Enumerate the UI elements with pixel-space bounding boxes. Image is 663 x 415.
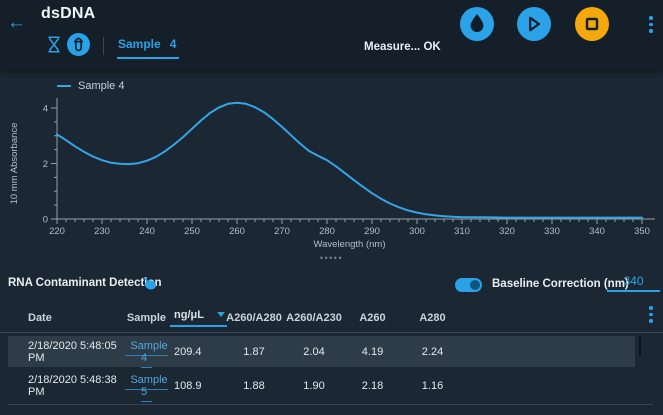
- svg-text:0: 0: [43, 215, 48, 226]
- unit-dropdown[interactable]: ng/μL: [170, 309, 227, 327]
- back-arrow-icon[interactable]: ←: [7, 13, 26, 32]
- chevron-down-icon: [217, 312, 225, 317]
- svg-text:250: 250: [184, 226, 200, 237]
- cell-concentration: 209.4: [170, 346, 202, 358]
- svg-text:350: 350: [634, 226, 650, 237]
- chart-scroll-indicator: •••••: [0, 253, 663, 263]
- blank-button[interactable]: [460, 7, 494, 41]
- cell-a280: 1.16: [422, 380, 443, 392]
- cell-a260-a280: 1.87: [243, 346, 264, 358]
- sample-link[interactable]: Sample 5: [125, 374, 167, 402]
- svg-text:240: 240: [139, 226, 155, 237]
- toggle-knob: [470, 280, 480, 290]
- baseline-wavelength-input[interactable]: 340: [607, 274, 660, 292]
- col-header-a260-a230: A260/A230: [286, 312, 342, 324]
- cell-a260-a230: 2.04: [303, 346, 324, 358]
- table-bottom-divider: [8, 404, 653, 405]
- tab-number: 4: [170, 37, 177, 51]
- measure-status-text: Measure... OK: [364, 41, 441, 53]
- svg-text:330: 330: [544, 226, 560, 237]
- svg-text:320: 320: [499, 226, 515, 237]
- absorbance-chart: 2202302402502602702802903003103203303403…: [0, 70, 663, 255]
- svg-text:300: 300: [409, 226, 425, 237]
- col-header-a280: A280: [419, 312, 445, 324]
- overflow-menu-icon[interactable]: [649, 16, 653, 33]
- svg-text:290: 290: [364, 226, 380, 237]
- results-table-header: Date Sample ng/μL A260/A280 A260/A230 A2…: [0, 303, 663, 333]
- cell-a260-a280: 1.88: [243, 380, 264, 392]
- col-header-a260-a280: A260/A280: [226, 312, 282, 324]
- svg-text:340: 340: [589, 226, 605, 237]
- stop-button[interactable]: [575, 7, 609, 41]
- top-app-bar: ← dsDNA Sample 4 Measure... OK: [0, 0, 663, 70]
- cell-date: 2/18/2020 5:48:38 PM: [28, 374, 123, 398]
- svg-text:260: 260: [229, 226, 245, 237]
- svg-text:Wavelength (nm): Wavelength (nm): [314, 239, 386, 250]
- table-row[interactable]: 2/18/2020 5:48:38 PM Sample 5 108.9 1.88…: [0, 369, 663, 402]
- baseline-correction-toggle[interactable]: [455, 278, 482, 292]
- col-header-date: Date: [28, 312, 52, 324]
- cell-a260-a230: 1.90: [303, 380, 324, 392]
- col-header-sample: Sample: [127, 312, 166, 324]
- droplet-icon: [460, 7, 494, 41]
- cell-date: 2/18/2020 5:48:05 PM: [28, 340, 123, 364]
- svg-text:230: 230: [94, 226, 110, 237]
- cell-a260: 4.19: [362, 346, 383, 358]
- tab-sample-4[interactable]: Sample 4: [117, 37, 179, 59]
- cell-a280: 2.24: [422, 346, 443, 358]
- rna-droplet-icon: [141, 277, 158, 296]
- sample-link[interactable]: Sample 4: [125, 340, 167, 368]
- table-overflow-menu-icon[interactable]: [649, 306, 653, 323]
- svg-text:10 mm Absorbance: 10 mm Absorbance: [9, 123, 20, 205]
- page-title: dsDNA: [41, 5, 95, 23]
- sample-vial-button[interactable]: [67, 33, 90, 56]
- col-header-a260: A260: [359, 312, 385, 324]
- unit-dropdown-value: ng/μL: [174, 309, 204, 321]
- table-row[interactable]: 2/18/2020 5:48:05 PM Sample 4 209.4 1.87…: [0, 335, 663, 368]
- svg-text:2: 2: [43, 159, 48, 170]
- measure-button[interactable]: [517, 7, 551, 41]
- cell-concentration: 108.9: [170, 380, 202, 392]
- svg-text:310: 310: [454, 226, 470, 237]
- cell-a260: 2.18: [362, 380, 383, 392]
- svg-text:280: 280: [319, 226, 335, 237]
- svg-text:220: 220: [49, 226, 65, 237]
- play-icon: [517, 7, 551, 41]
- vial-icon: [67, 33, 90, 56]
- stop-icon: [575, 7, 609, 41]
- svg-text:270: 270: [274, 226, 290, 237]
- rna-contaminant-label: RNA Contaminant Detection: [8, 277, 162, 289]
- app-window: ← dsDNA Sample 4 Measure... OK: [0, 0, 663, 415]
- svg-text:4: 4: [43, 104, 48, 115]
- hourglass-icon: [47, 36, 61, 53]
- header-divider: [103, 37, 104, 55]
- tab-label: Sample: [118, 37, 161, 51]
